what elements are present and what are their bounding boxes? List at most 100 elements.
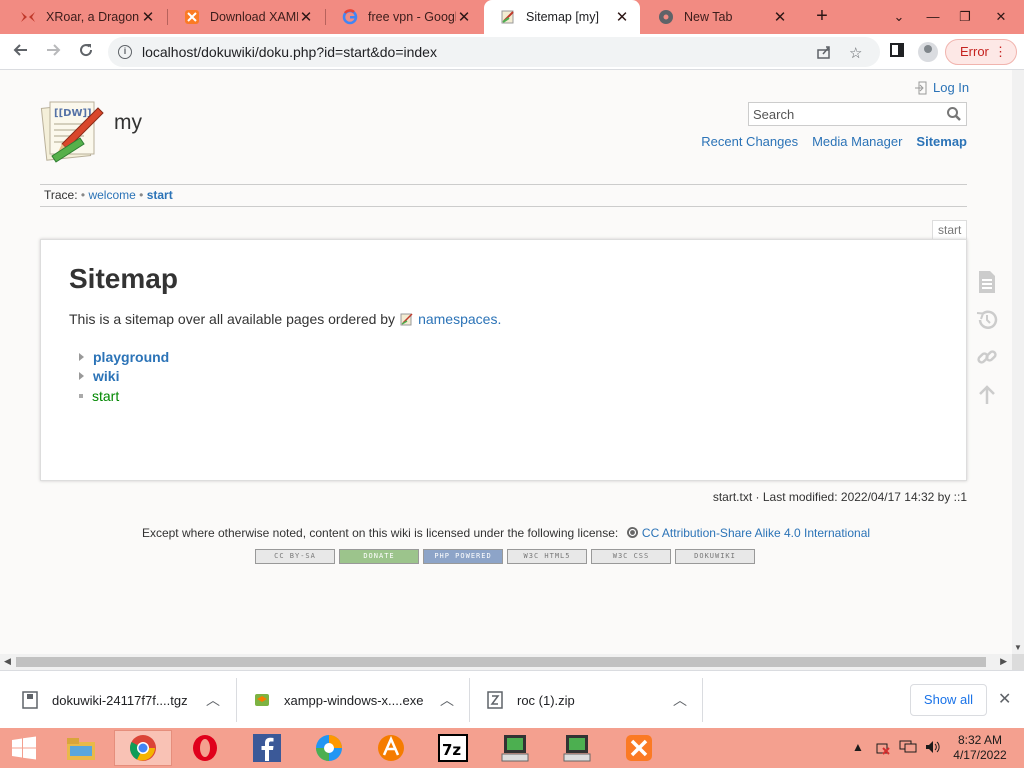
close-icon[interactable]: ✕ (772, 8, 788, 26)
error-button[interactable]: Error ⋮ (945, 39, 1017, 65)
taskbar-opera[interactable] (176, 730, 234, 766)
tab-title: Download XAMPP (210, 10, 298, 24)
page-title: Sitemap (69, 263, 178, 294)
scroll-right-icon[interactable]: ▶ (1000, 656, 1007, 667)
error-label: Error (960, 44, 989, 59)
old-revisions-button[interactable] (975, 308, 999, 346)
tab-xroar[interactable]: XRoar, a Dragon ✕ (4, 0, 166, 34)
backlinks-button[interactable] (975, 346, 999, 384)
expand-triangle-icon[interactable] (79, 372, 84, 381)
license-link[interactable]: CC Attribution-Share Alike 4.0 Internati… (642, 526, 870, 540)
zip-file-icon (487, 691, 503, 709)
chevron-up-icon[interactable]: ︿ (673, 690, 687, 710)
menu-dots-icon: ⋮ (994, 44, 1007, 59)
tab-title: free vpn - Google (368, 10, 456, 24)
taskbar-browser[interactable] (300, 730, 358, 766)
login-icon (915, 81, 927, 94)
taskbar-app[interactable] (362, 730, 420, 766)
web-page: [[DW]] my Log In Recent Changes Media Ma… (0, 70, 1012, 654)
restore-button[interactable]: ❐ (948, 0, 982, 34)
html5-badge[interactable]: W3C HTML5 (507, 549, 587, 564)
doc-info: start.txt · Last modified: 2022/04/17 14… (712, 490, 967, 504)
list-item: playground (77, 347, 169, 367)
recent-changes-link[interactable]: Recent Changes (701, 134, 798, 149)
taskbar-facebook[interactable] (238, 730, 296, 766)
page-link-start[interactable]: start (92, 388, 119, 404)
download-item[interactable]: dokuwiki-24117f7f....tgz ︿ (22, 678, 232, 722)
svg-text:7z: 7z (442, 741, 461, 759)
download-item[interactable]: xampp-windows-x....exe ︿ (254, 678, 464, 722)
donate-badge[interactable]: DONATE (339, 549, 419, 564)
close-icon[interactable]: ✕ (140, 8, 156, 26)
close-window-button[interactable]: ✕ (984, 0, 1018, 34)
show-page-button[interactable] (975, 270, 999, 308)
namespace-link-playground[interactable]: playground (93, 349, 169, 365)
sitemap-link[interactable]: Sitemap (916, 134, 967, 149)
close-icon[interactable]: ✕ (456, 8, 472, 26)
css-badge[interactable]: W3C CSS (591, 549, 671, 564)
cc-badge[interactable]: CC BY-SA (255, 549, 335, 564)
expand-triangle-icon[interactable] (79, 352, 84, 361)
taskbar-terminal-1[interactable] (486, 730, 544, 766)
scroll-left-icon[interactable]: ◀ (4, 656, 11, 667)
address-bar[interactable]: i localhost/dokuwiki/doku.php?id=start&d… (108, 37, 880, 67)
side-panel-icon[interactable] (889, 42, 905, 62)
login-link[interactable]: Log In (914, 80, 969, 95)
taskbar-terminal-2[interactable] (548, 730, 606, 766)
monitor-icon[interactable] (899, 738, 917, 768)
network-icon[interactable] (874, 738, 892, 768)
media-manager-link[interactable]: Media Manager (812, 134, 902, 149)
history-icon (976, 310, 998, 329)
profile-avatar[interactable] (918, 42, 938, 62)
taskbar-xampp[interactable] (610, 730, 668, 766)
php-badge[interactable]: PHP POWERED (423, 549, 503, 564)
namespaces-link[interactable]: namespaces. (418, 311, 501, 327)
volume-icon[interactable] (924, 738, 942, 768)
new-tab-button[interactable]: + (810, 5, 834, 29)
close-icon[interactable]: ✕ (614, 8, 630, 26)
url-text[interactable]: localhost/dokuwiki/doku.php?id=start&do=… (142, 44, 437, 60)
xampp-icon (626, 735, 652, 761)
minimize-button[interactable]: — (916, 0, 950, 34)
windows-taskbar: 7z ▲ 8:32 AM 4/17/2022 (0, 728, 1024, 768)
tab-new[interactable]: New Tab ✕ (642, 0, 798, 34)
show-all-button[interactable]: Show all (910, 684, 987, 716)
back-button[interactable] (8, 40, 34, 64)
breadcrumb-start[interactable]: start (147, 188, 173, 202)
bookmark-star-icon[interactable]: ☆ (849, 44, 862, 62)
scrollbar-thumb[interactable] (16, 657, 986, 667)
tab-google[interactable]: free vpn - Google ✕ (326, 0, 482, 34)
reload-button[interactable] (73, 40, 99, 64)
link-icon (977, 350, 997, 364)
chevron-up-icon[interactable]: ︿ (440, 690, 454, 710)
tray-overflow-icon[interactable]: ▲ (852, 740, 864, 768)
7zip-icon: 7z (438, 734, 468, 762)
breadcrumb-welcome[interactable]: welcome (88, 188, 135, 202)
dokuwiki-badge[interactable]: DOKUWIKI (675, 549, 755, 564)
tab-search-icon[interactable]: ⌄ (882, 0, 916, 34)
taskbar-file-explorer[interactable] (52, 730, 110, 766)
forward-button[interactable] (40, 40, 66, 64)
back-to-top-button[interactable] (975, 384, 999, 422)
taskbar-7zip[interactable]: 7z (424, 730, 482, 766)
page-id-label[interactable]: start (932, 220, 968, 240)
vertical-scrollbar[interactable]: ▼ (1012, 70, 1024, 654)
close-icon[interactable]: ✕ (998, 689, 1011, 709)
site-title[interactable]: my (114, 111, 142, 135)
tab-xampp[interactable]: Download XAMPP ✕ (168, 0, 324, 34)
tab-sitemap[interactable]: Sitemap [my] ✕ (484, 0, 640, 34)
download-item[interactable]: roc (1).zip ︿ (487, 678, 697, 722)
chevron-up-icon[interactable]: ︿ (206, 690, 220, 710)
search-input[interactable] (749, 103, 939, 125)
info-icon[interactable]: i (118, 45, 132, 59)
scroll-down-icon[interactable]: ▼ (1014, 643, 1022, 652)
dokuwiki-logo[interactable]: [[DW]] (40, 98, 106, 164)
namespace-link-wiki[interactable]: wiki (93, 368, 119, 384)
system-clock[interactable]: 8:32 AM 4/17/2022 (950, 733, 1010, 763)
close-icon[interactable]: ✕ (298, 8, 314, 26)
horizontal-scrollbar[interactable]: ◀ ▶ (0, 654, 1012, 670)
taskbar-chrome[interactable] (114, 730, 172, 766)
search-icon[interactable] (946, 106, 962, 127)
share-icon[interactable] (816, 44, 832, 64)
start-button[interactable] (0, 728, 48, 768)
